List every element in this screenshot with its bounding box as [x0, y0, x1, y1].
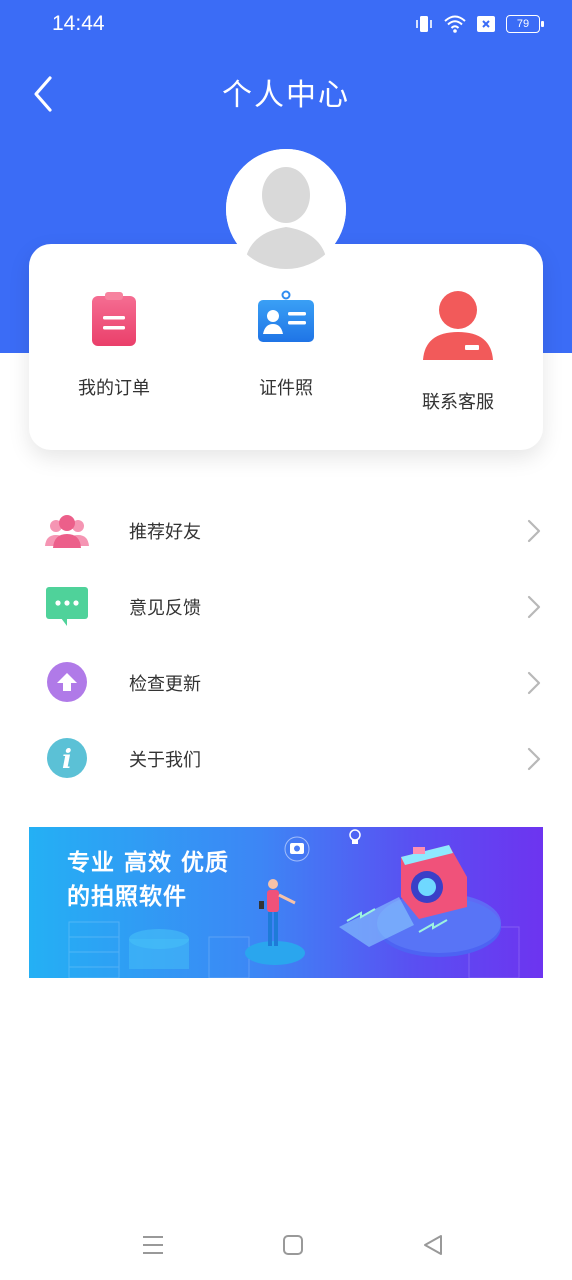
banner-headline: 专业 高效 优质 — [67, 850, 230, 876]
person-figure — [259, 879, 296, 946]
chevron-right-icon — [527, 595, 541, 619]
customer-service-icon — [423, 291, 493, 360]
menu-label-about-us: 关于我们 — [129, 750, 201, 771]
my-orders-button[interactable]: 我的订单 — [29, 290, 199, 400]
clipboard-icon — [92, 292, 136, 346]
status-bar: 14:44 79 — [0, 0, 572, 52]
banner-subheadline: 的拍照软件 — [67, 884, 187, 910]
default-avatar-icon — [226, 149, 346, 269]
lightbulb-icon — [349, 829, 361, 844]
status-time: 14:44 — [52, 12, 105, 35]
menu-item-recommend-friends[interactable]: 推荐好友 — [0, 492, 572, 568]
contact-support-label: 联系客服 — [422, 392, 494, 413]
quick-actions-card: 我的订单 证件照 联系客服 — [29, 244, 543, 450]
status-icons: 79 — [414, 14, 544, 34]
promo-banner[interactable]: 专业 高效 优质 的拍照软件 — [29, 827, 543, 978]
menu-item-feedback[interactable]: 意见反馈 — [0, 568, 572, 644]
page-title: 个人中心 — [222, 78, 350, 113]
avatar[interactable] — [226, 149, 346, 269]
settings-menu: 推荐好友 意见反馈 检查更新 i 关于我们 — [0, 492, 572, 796]
menu-label-feedback: 意见反馈 — [129, 598, 201, 619]
wifi-icon — [444, 15, 466, 33]
menu-label-check-update: 检查更新 — [129, 674, 201, 695]
menu-label-recommend-friends: 推荐好友 — [129, 522, 201, 543]
vibrate-icon — [416, 16, 432, 32]
home-icon[interactable] — [280, 1232, 306, 1258]
camera-pin-icon — [284, 836, 310, 862]
chevron-right-icon — [527, 519, 541, 543]
camera-icon — [401, 845, 467, 919]
contact-support-button[interactable]: 联系客服 — [373, 290, 543, 414]
chevron-right-icon — [527, 747, 541, 771]
id-card-icon — [258, 290, 314, 342]
svg-text:i: i — [62, 745, 72, 775]
menu-item-about-us[interactable]: i 关于我们 — [0, 720, 572, 796]
chevron-right-icon — [527, 671, 541, 695]
chat-icon — [46, 587, 88, 626]
info-icon: i — [47, 738, 87, 778]
users-icon — [45, 515, 89, 548]
menu-icon[interactable] — [140, 1232, 166, 1258]
menu-item-check-update[interactable]: 检查更新 — [0, 644, 572, 720]
sim-blocked-icon — [477, 16, 495, 32]
my-orders-label: 我的订单 — [78, 378, 150, 399]
id-photo-label: 证件照 — [259, 378, 313, 399]
upload-arrow-icon — [47, 662, 87, 702]
battery-indicator: 79 — [506, 15, 544, 33]
id-photo-button[interactable]: 证件照 — [201, 290, 371, 400]
system-navigation-bar — [0, 1220, 572, 1270]
back-triangle-icon[interactable] — [420, 1232, 446, 1258]
